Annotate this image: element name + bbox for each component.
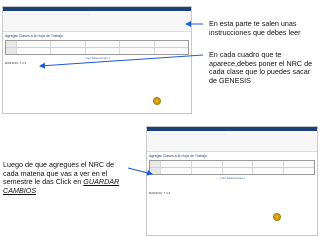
arrows-layer <box>39 21 204 176</box>
arrow-to-save-button <box>127 167 153 176</box>
arrow-to-nrc-boxes <box>39 54 204 69</box>
